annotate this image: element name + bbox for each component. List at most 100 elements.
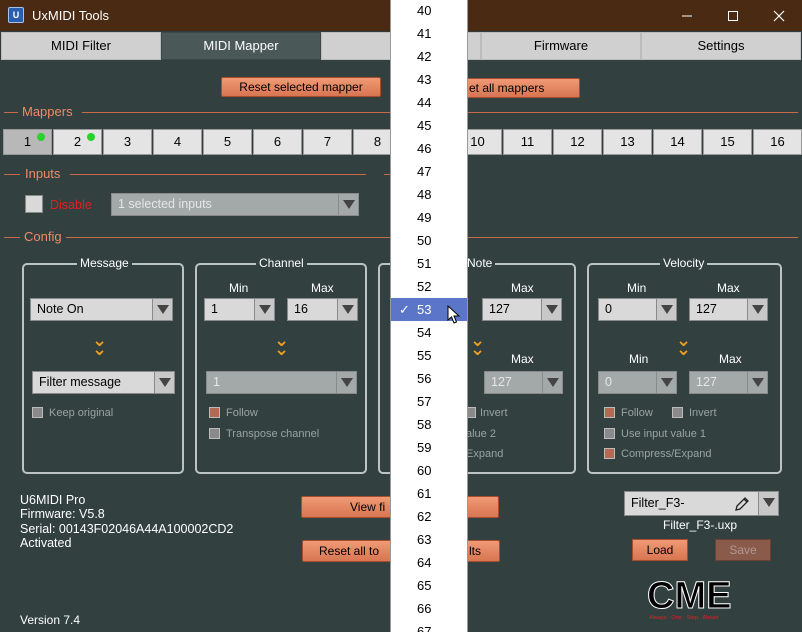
mapper-button-label: 10 <box>470 134 485 149</box>
mapper-button-label: 14 <box>670 134 685 149</box>
dropdown-option[interactable]: 57 <box>391 390 467 413</box>
channel-max-label: Max <box>311 281 334 295</box>
velocity-follow-label: Follow <box>621 407 653 419</box>
dropdown-option[interactable]: 45 <box>391 114 467 137</box>
mapper-button-13[interactable]: 13 <box>603 129 652 155</box>
velocity-group <box>587 263 782 474</box>
disable-inputs-checkbox[interactable] <box>25 195 43 213</box>
dropdown-option-label: 49 <box>417 210 432 225</box>
note-max-select[interactable]: 127 <box>482 298 562 321</box>
chevron-down-icon <box>337 299 357 320</box>
dropdown-option[interactable]: 66 <box>391 597 467 620</box>
tab-midi-mapper[interactable]: MIDI Mapper <box>161 32 321 60</box>
mapper-button-16[interactable]: 16 <box>753 129 802 155</box>
dropdown-option[interactable]: 60 <box>391 459 467 482</box>
dropdown-option[interactable]: 42 <box>391 45 467 68</box>
use-input-value-checkbox[interactable] <box>604 428 615 439</box>
dropdown-option[interactable]: 49 <box>391 206 467 229</box>
dropdown-option-label: 47 <box>417 164 432 179</box>
mapper-button-14[interactable]: 14 <box>653 129 702 155</box>
close-button[interactable] <box>756 0 802 31</box>
dropdown-option[interactable]: 59 <box>391 436 467 459</box>
dropdown-option[interactable]: 61 <box>391 482 467 505</box>
mapper-active-indicator <box>87 133 95 141</box>
dropdown-option[interactable]: 67 <box>391 620 467 632</box>
velocity-follow-checkbox[interactable] <box>604 407 615 418</box>
note-group-title: Note <box>464 256 496 270</box>
dropdown-option[interactable]: 58 <box>391 413 467 436</box>
velocity-group-title: Velocity <box>660 256 708 270</box>
chevron-down-icon <box>152 299 172 320</box>
load-button[interactable]: Load <box>632 539 688 561</box>
keep-original-checkbox[interactable] <box>32 407 43 418</box>
dropdown-option[interactable]: 50 <box>391 229 467 252</box>
transpose-channel-checkbox[interactable] <box>209 428 220 439</box>
channel-follow-checkbox[interactable] <box>209 407 220 418</box>
reset-defaults-suffix: lts <box>469 544 481 558</box>
mapper-button-15[interactable]: 15 <box>703 129 752 155</box>
minimize-button[interactable] <box>664 0 710 31</box>
dropdown-option[interactable]: 40 <box>391 0 467 22</box>
mapper-button-label: 2 <box>73 134 82 149</box>
tab-settings[interactable]: Settings <box>641 32 801 60</box>
dropdown-option[interactable]: 63 <box>391 528 467 551</box>
message-action-select[interactable]: Filter message <box>32 371 175 394</box>
dropdown-option[interactable]: 51 <box>391 252 467 275</box>
dropdown-option[interactable]: 43 <box>391 68 467 91</box>
mapper-button-11[interactable]: 11 <box>503 129 552 155</box>
dropdown-option[interactable]: 65 <box>391 574 467 597</box>
chevron-down-icon <box>656 372 676 393</box>
dropdown-option[interactable]: 46 <box>391 137 467 160</box>
pencil-icon[interactable] <box>733 495 751 513</box>
tab-firmware[interactable]: Firmware <box>481 32 641 60</box>
mapper-button-2[interactable]: 2 <box>53 129 102 155</box>
velocity-max-select[interactable]: 127 <box>689 298 768 321</box>
dropdown-option-label: 53 <box>417 302 432 317</box>
mapper-button-7[interactable]: 7 <box>303 129 352 155</box>
channel-min-select[interactable]: 1 <box>204 298 275 321</box>
dropdown-option[interactable]: 56 <box>391 367 467 390</box>
preset-select[interactable]: Filter_F3- <box>624 491 779 516</box>
dropdown-option[interactable]: 62 <box>391 505 467 528</box>
tab-midi-filter[interactable]: MIDI Filter <box>1 32 161 60</box>
mapper-button-6[interactable]: 6 <box>253 129 302 155</box>
reset-selected-mapper-button[interactable]: Reset selected mapper <box>221 77 381 97</box>
note-expand-label: Expand <box>466 448 504 460</box>
dropdown-option[interactable]: 64 <box>391 551 467 574</box>
chevron-down-icon <box>254 299 274 320</box>
dropdown-option-label: 41 <box>417 26 432 41</box>
cme-logo: CME Always · One · Step · Ahead <box>645 575 760 622</box>
dropdown-option[interactable]: 52 <box>391 275 467 298</box>
maximize-button[interactable] <box>710 0 756 31</box>
note-target-max-select: 127 <box>484 371 563 394</box>
message-type-select[interactable]: Note On <box>30 298 173 321</box>
note-target-max-value: 127 <box>491 375 512 389</box>
dropdown-option-label: 55 <box>417 348 432 363</box>
mapper-button-12[interactable]: 12 <box>553 129 602 155</box>
dropdown-option[interactable]: 41 <box>391 22 467 45</box>
compress-expand-checkbox[interactable] <box>604 448 615 459</box>
mapper-button-5[interactable]: 5 <box>203 129 252 155</box>
dropdown-option[interactable]: 48 <box>391 183 467 206</box>
save-button[interactable]: Save <box>715 539 771 561</box>
section-mappers-label: Mappers <box>22 104 73 119</box>
dropdown-option-label: 48 <box>417 187 432 202</box>
serial-number: Serial: 00143F02046A44A100002CD2 <box>20 522 234 536</box>
message-group-title: Message <box>77 256 132 270</box>
compress-expand-label: Compress/Expand <box>621 448 712 460</box>
mapper-button-3[interactable]: 3 <box>103 129 152 155</box>
channel-max-select[interactable]: 16 <box>287 298 358 321</box>
double-chevron-down-icon: ⌄ ⌄ <box>274 330 290 359</box>
dropdown-option[interactable]: 55 <box>391 344 467 367</box>
chevron-down-icon <box>747 299 767 320</box>
mapper-button-label: 13 <box>620 134 635 149</box>
dropdown-option[interactable]: 44 <box>391 91 467 114</box>
velocity-min-select[interactable]: 0 <box>598 298 677 321</box>
channel-min-value: 1 <box>211 302 218 316</box>
mapper-button-4[interactable]: 4 <box>153 129 202 155</box>
dropdown-option[interactable]: 47 <box>391 160 467 183</box>
channel-min-label: Min <box>229 281 249 295</box>
mapper-button-1[interactable]: 1 <box>3 129 52 155</box>
velocity-invert-checkbox[interactable] <box>672 407 683 418</box>
cme-logo-tagline: Always · One · Step · Ahead <box>649 615 718 621</box>
